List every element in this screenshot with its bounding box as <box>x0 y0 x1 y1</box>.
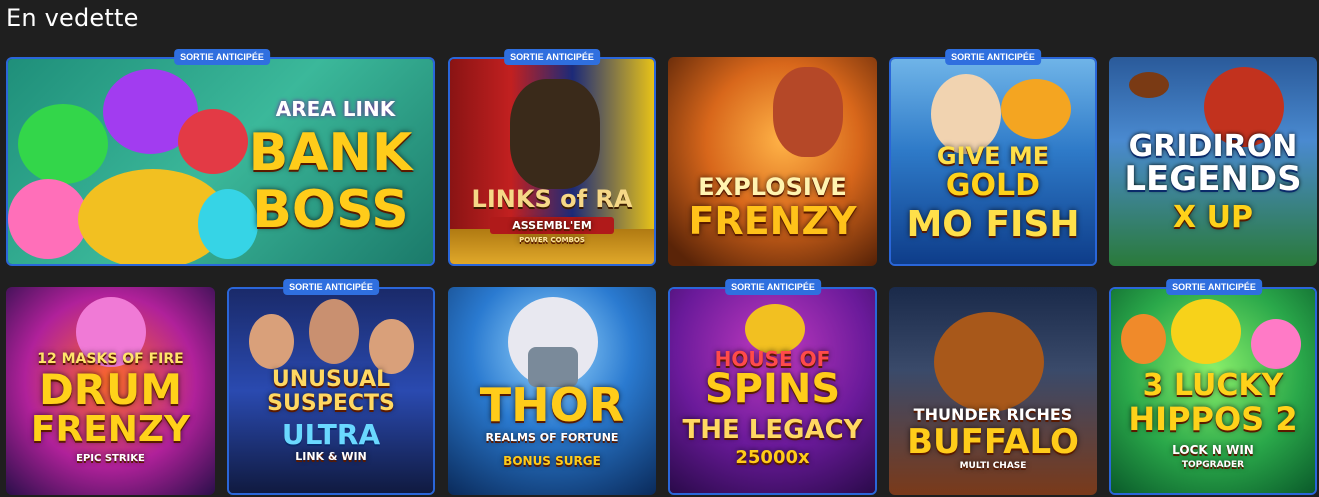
game-title-line4: TOPGRADER <box>1181 460 1245 470</box>
hippo-yellow <box>1171 299 1241 364</box>
game-title-line1: GRIDIRON <box>1128 129 1298 164</box>
game-title-line1: LINKS of RA <box>471 185 633 213</box>
game-tile-give-me-gold-mo-fish[interactable]: GIVE ME GOLD MO FISH <box>889 57 1097 266</box>
game-title-line2: FRENZY <box>688 199 857 243</box>
game-tile-drum-frenzy[interactable]: 12 MASKS OF FIRE DRUM FRENZY EPIC STRIKE <box>6 287 215 495</box>
game-title-line2: HIPPOS 2 <box>1128 400 1298 438</box>
game-tile-house-of-spins[interactable]: HOUSE OF SPINS THE LEGACY 25000x <box>668 287 877 495</box>
game-title-line2: DRUM <box>38 365 183 414</box>
game-title-line3: ULTRA <box>281 418 381 451</box>
game-title-line3: POWER COMBOS <box>519 236 585 244</box>
early-release-badge: SORTIE ANTICIPÉE <box>725 279 821 295</box>
game-tile-explosive-frenzy[interactable]: EXPLOSIVE FRENZY <box>668 57 877 266</box>
character-fish <box>1001 79 1071 139</box>
hippo-orange <box>1121 314 1166 364</box>
character-right <box>369 319 414 374</box>
game-title-line2: ASSEMBL'EM <box>490 217 614 234</box>
character-left <box>249 314 294 369</box>
game-title-line1: AREA LINK <box>275 97 396 121</box>
game-title-line2: BANK <box>248 123 413 183</box>
game-title-line1: 12 MASKS OF FIRE <box>37 351 184 367</box>
game-title-line2: BUFFALO <box>907 422 1079 462</box>
game-title-line1: 3 LUCKY <box>1142 368 1284 403</box>
game-tile-bank-boss[interactable]: AREA LINK BANK BOSS <box>6 57 435 266</box>
game-tile-3-lucky-hippos-2[interactable]: 3 LUCKY HIPPOS 2 LOCK N WIN TOPGRADER <box>1109 287 1317 495</box>
game-title-line3: X UP <box>1173 200 1253 235</box>
game-title-line3: MULTI CHASE <box>959 461 1027 471</box>
game-title-line1: THUNDER RICHES <box>913 405 1073 424</box>
pig-green <box>18 104 108 184</box>
game-tile-links-of-ra[interactable]: LINKS of RA ASSEMBL'EM POWER COMBOS <box>448 57 656 266</box>
early-release-badge: SORTIE ANTICIPÉE <box>945 49 1041 65</box>
game-title-line3: MO FISH <box>906 204 1080 245</box>
section-title: En vedette <box>6 4 139 32</box>
character-figure <box>510 79 600 189</box>
early-release-badge: SORTIE ANTICIPÉE <box>283 279 379 295</box>
game-tile-thunder-riches-buffalo[interactable]: THUNDER RICHES BUFFALO MULTI CHASE <box>889 287 1097 495</box>
game-title-line3: LOCK N WIN <box>1172 443 1254 457</box>
game-title-line4: 25000x <box>735 447 810 468</box>
game-title-line3: THE LEGACY <box>682 415 863 445</box>
gold-coins <box>450 229 654 264</box>
game-tile-gridiron-legends[interactable]: GRIDIRON LEGENDS X UP <box>1109 57 1317 266</box>
game-title-line4: LINK & WIN <box>295 450 367 463</box>
football <box>1129 72 1169 98</box>
game-title-line4: EPIC STRIKE <box>76 453 145 464</box>
game-title-line2: GOLD <box>945 168 1041 203</box>
game-title-line3: BOSS <box>252 180 409 240</box>
pig-pink <box>8 179 88 259</box>
game-title-line2: REALMS OF FORTUNE <box>485 431 619 444</box>
game-title-line1: UNUSUAL <box>271 367 391 392</box>
game-title-line2: LEGENDS <box>1124 159 1302 199</box>
character-center <box>309 299 359 364</box>
game-tile-unusual-suspects[interactable]: UNUSUAL SUSPECTS ULTRA LINK & WIN <box>227 287 435 495</box>
game-title-line3: FRENZY <box>30 409 191 450</box>
hippo-pink <box>1251 319 1301 369</box>
character-portrait <box>773 67 843 157</box>
game-title-line2: SPINS <box>704 366 841 412</box>
game-tile-thor[interactable]: THOR REALMS OF FORTUNE BONUS SURGE <box>448 287 656 495</box>
game-title-line1: EXPLOSIVE <box>698 173 847 201</box>
game-title-line1: GIVE ME <box>936 142 1050 170</box>
buffalo <box>934 312 1044 412</box>
early-release-badge: SORTIE ANTICIPÉE <box>1166 279 1262 295</box>
early-release-badge: SORTIE ANTICIPÉE <box>504 49 600 65</box>
game-title-line2: SUSPECTS <box>267 391 395 416</box>
game-title-line3: BONUS SURGE <box>503 454 601 468</box>
game-title-line1: THOR <box>479 378 625 432</box>
early-release-badge: SORTIE ANTICIPÉE <box>174 49 270 65</box>
